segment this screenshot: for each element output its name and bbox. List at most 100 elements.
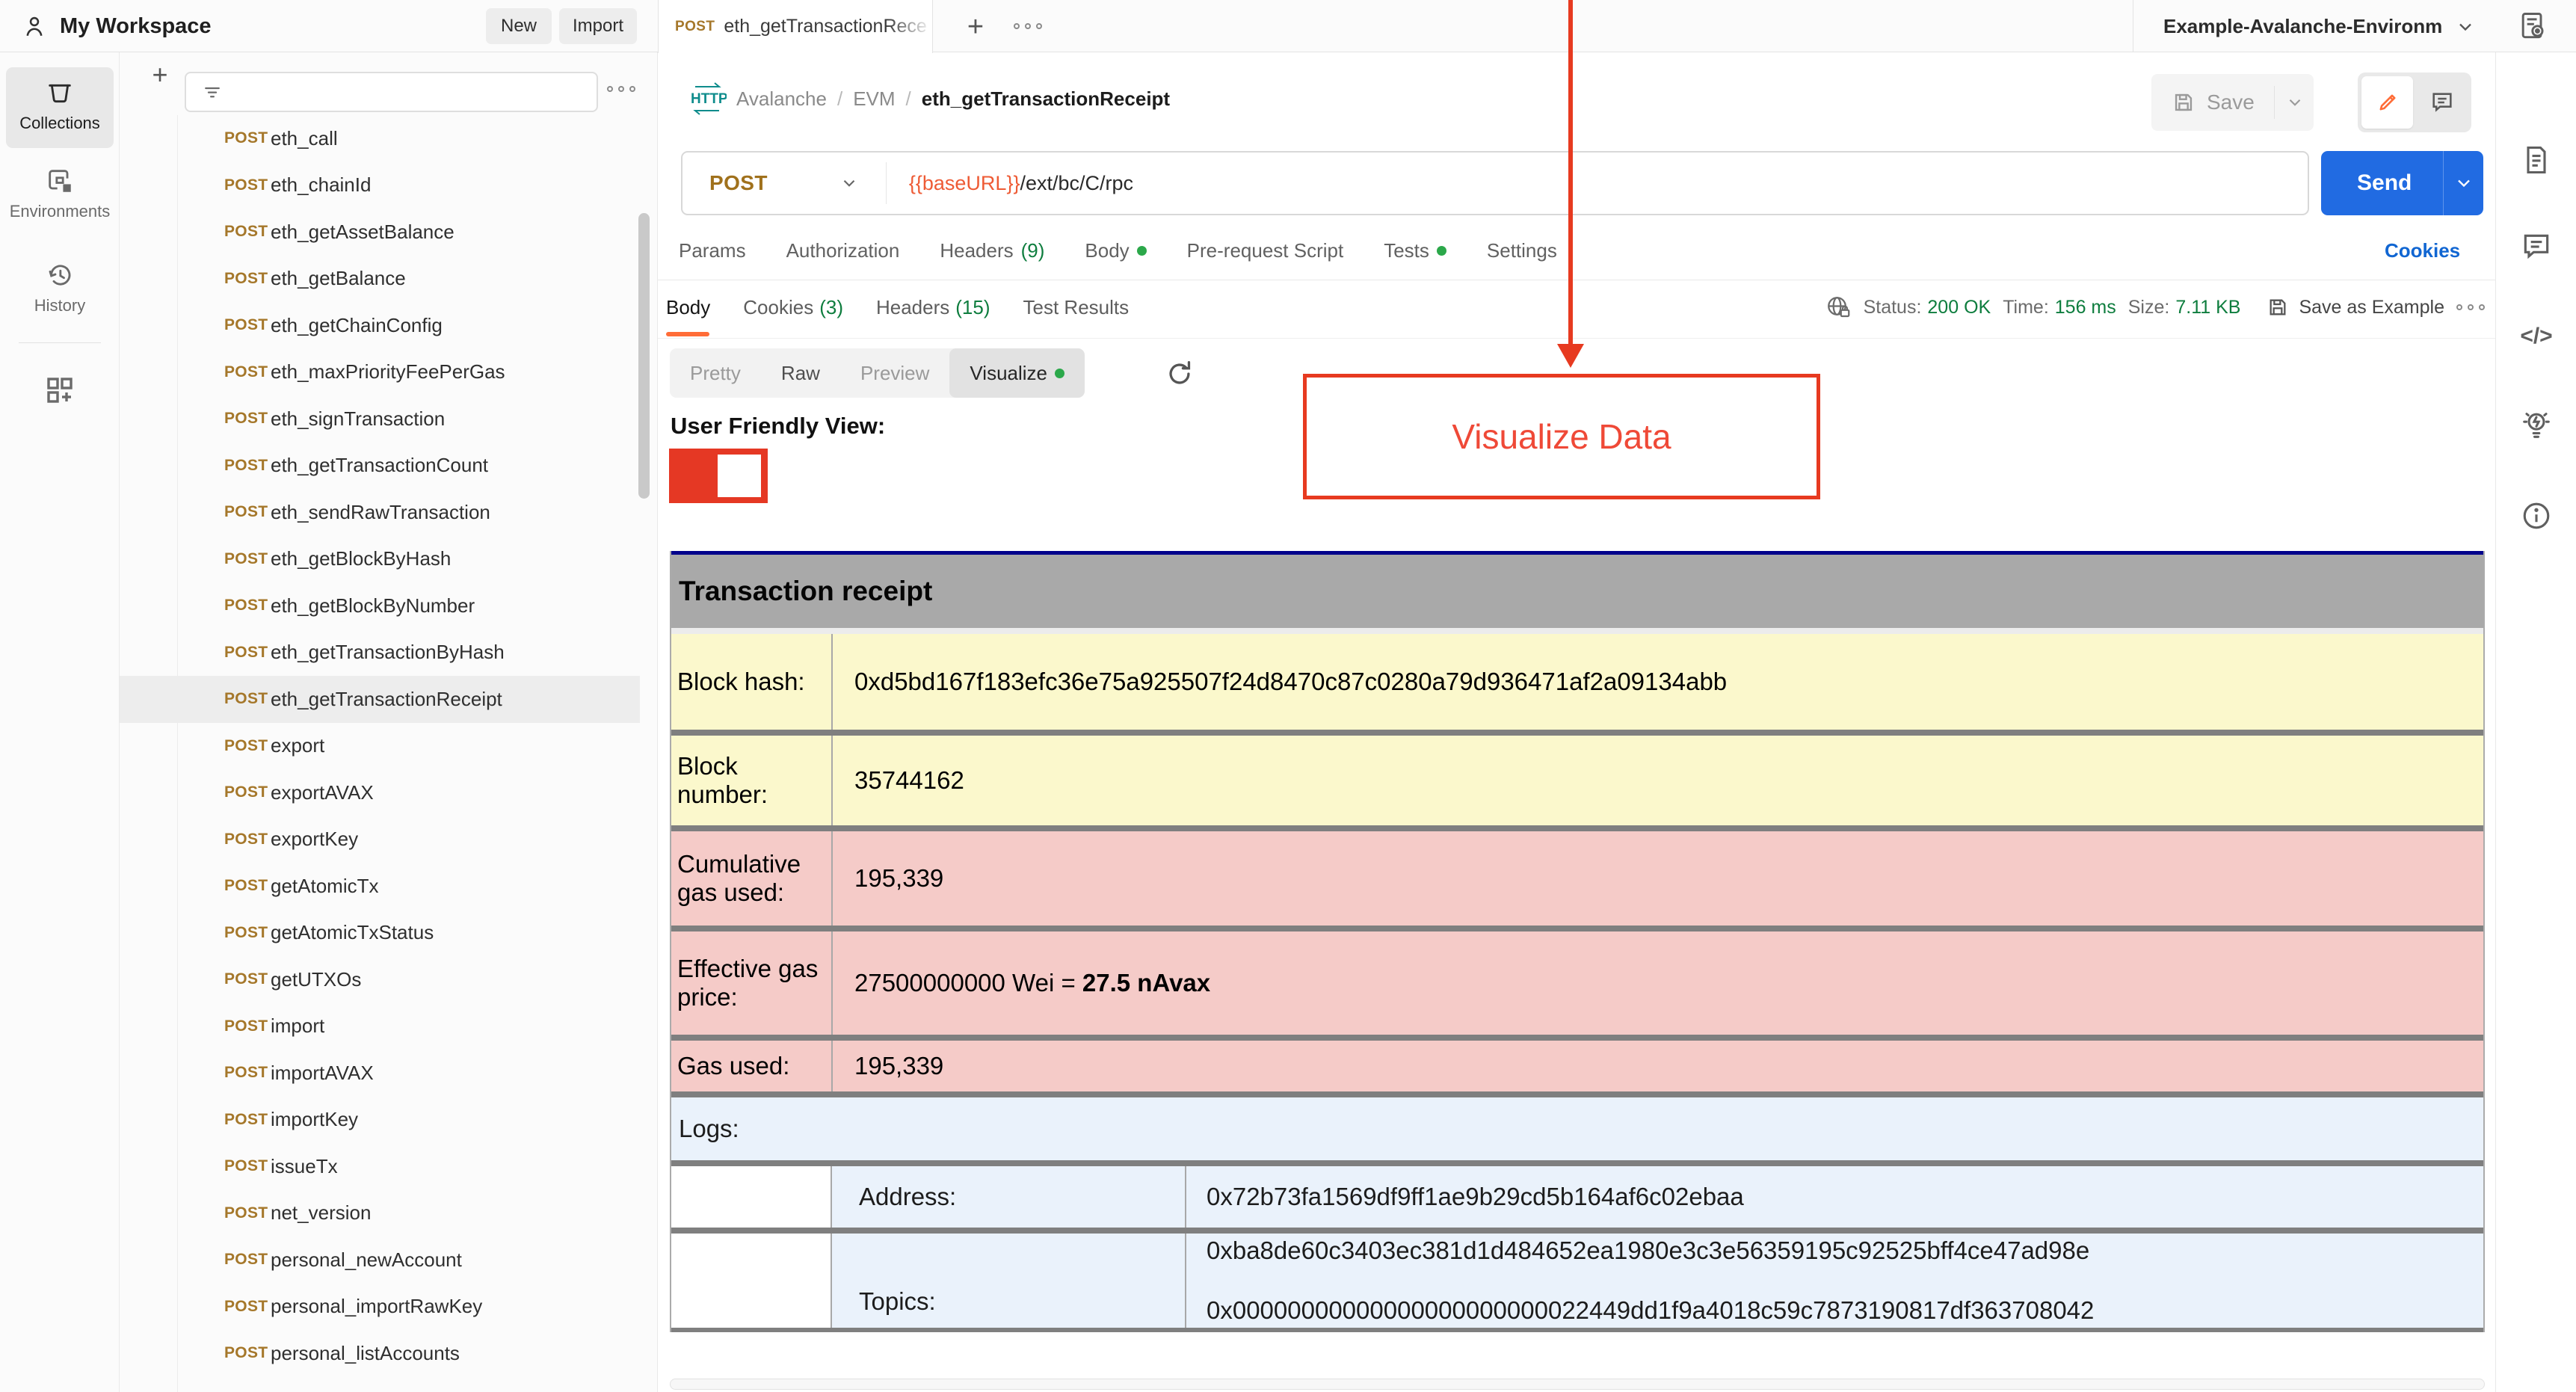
sidebar-request-item[interactable]: POST personal_newAccount (120, 1237, 640, 1284)
add-collection-button[interactable]: + (144, 58, 176, 91)
view-tab[interactable]: Raw (761, 348, 840, 398)
request-name: importKey (271, 1108, 359, 1131)
sidebar-item-environments[interactable]: Environments (0, 166, 120, 221)
request-tab[interactable]: Headers (9) (940, 239, 1044, 262)
send-options-chevron-icon[interactable] (2453, 173, 2474, 194)
method-select[interactable]: POST (709, 171, 768, 195)
sidebar-request-item[interactable]: POST importAVAX (120, 1050, 640, 1097)
sidebar-request-item[interactable]: POST exportKey (120, 816, 640, 863)
sidebar-request-item[interactable]: POST eth_chainId (120, 162, 640, 209)
breadcrumb-collection[interactable]: Avalanche (736, 87, 827, 111)
sidebar-request-item[interactable]: POST net_version (120, 1190, 640, 1237)
comments-icon[interactable] (2518, 229, 2554, 265)
request-tab[interactable]: Tests (1384, 239, 1446, 262)
request-tab[interactable]: Params (679, 239, 746, 262)
filter-input[interactable] (234, 81, 578, 102)
environment-selector[interactable]: Example-Avalanche-Environme (2163, 0, 2441, 52)
method-badge: POST (224, 363, 268, 381)
code-icon[interactable]: </> (2518, 318, 2554, 354)
response-more-icon[interactable] (2456, 304, 2485, 310)
sidebar-request-item[interactable]: POST eth_getTransactionReceipt (120, 676, 640, 723)
info-icon[interactable] (2518, 498, 2554, 534)
sidebar-request-item[interactable]: POST getAtomicTx (120, 863, 640, 910)
sidebar-request-item[interactable]: POST eth_call (120, 115, 640, 162)
sidebar-request-item[interactable]: POST eth_getBlockByNumber (120, 582, 640, 629)
method-badge: POST (224, 970, 268, 988)
method-badge: POST (224, 643, 268, 661)
environment-quick-look-icon[interactable] (2516, 10, 2549, 43)
sidebar-request-item[interactable]: POST getAtomicTxStatus (120, 910, 640, 957)
sidebar-request-item[interactable]: POST eth_maxPriorityFeePerGas (120, 349, 640, 396)
request-tab-open[interactable]: POST eth_getTransactionRece (658, 0, 933, 53)
network-icon[interactable] (1825, 294, 1852, 321)
response-view-switcher: Pretty Raw Preview Visualize (670, 348, 1085, 398)
sidebar-request-item[interactable]: POST import (120, 1003, 640, 1050)
save-options-chevron-icon[interactable] (2285, 93, 2305, 112)
import-button[interactable]: Import (559, 8, 637, 44)
tab-title-fade (887, 0, 932, 52)
sidebar-request-item[interactable]: POST exportAVAX (120, 769, 640, 816)
request-name: importAVAX (271, 1061, 374, 1084)
save-button[interactable]: Save (2151, 74, 2314, 131)
request-tab[interactable]: Pre-request Script (1187, 239, 1344, 262)
sidebar-request-item[interactable]: POST personal_unlockAccount (120, 1377, 640, 1392)
sidebar-request-item[interactable]: POST eth_getChainConfig (120, 302, 640, 349)
view-tab[interactable]: Preview (840, 348, 949, 398)
sidebar-request-item[interactable]: POST eth_getBalance (120, 256, 640, 303)
response-tab[interactable]: Body (666, 296, 710, 319)
new-button[interactable]: New (486, 8, 552, 44)
method-badge: POST (224, 1204, 268, 1222)
sidebar-request-item[interactable]: POST export (120, 723, 640, 770)
sidebar-request-item[interactable]: POST eth_sendRawTransaction (120, 489, 640, 536)
method-chevron-icon[interactable] (839, 173, 859, 193)
postbot-bulb-icon[interactable] (2518, 407, 2554, 443)
refresh-icon[interactable] (1163, 357, 1196, 390)
request-tab-label: Authorization (786, 238, 900, 262)
comment-mode-button[interactable] (2416, 76, 2468, 129)
breadcrumb-folder[interactable]: EVM (853, 87, 895, 111)
sidebar-item-collections[interactable]: Collections (6, 67, 114, 148)
documentation-icon[interactable] (2518, 142, 2554, 178)
broken-image-checkbox[interactable] (669, 449, 768, 503)
cookies-link[interactable]: Cookies (2385, 230, 2460, 271)
horizontal-scrollbar[interactable] (670, 1379, 2485, 1390)
sidebar-more-icon[interactable] (607, 86, 635, 92)
tab-more-icon[interactable] (1014, 23, 1042, 29)
request-name: getAtomicTx (271, 874, 379, 897)
sidebar-request-item[interactable]: POST importKey (120, 1097, 640, 1144)
sidebar-request-item[interactable]: POST getUTXOs (120, 956, 640, 1003)
method-badge: POST (224, 877, 268, 895)
edit-mode-button[interactable] (2361, 76, 2413, 129)
new-tab-button[interactable]: + (960, 11, 991, 43)
sidebar-request-item[interactable]: POST eth_getTransactionByHash (120, 629, 640, 677)
request-tab[interactable]: Body (1085, 239, 1147, 262)
view-tab[interactable]: Visualize (949, 348, 1085, 398)
sidebar-request-item[interactable]: POST personal_importRawKey (120, 1284, 640, 1331)
sidebar-request-item[interactable]: POST personal_listAccounts (120, 1330, 640, 1377)
filter-box[interactable] (185, 72, 598, 112)
request-name: eth_getAssetBalance (271, 220, 455, 243)
sidebar-request-item[interactable]: POST eth_getAssetBalance (120, 209, 640, 256)
configure-blocks-icon[interactable] (42, 372, 78, 408)
response-tab[interactable]: Test Results (1023, 296, 1130, 319)
sidebar-request-item[interactable]: POST eth_getBlockByHash (120, 536, 640, 583)
sidebar-scrollbar[interactable] (638, 213, 650, 499)
save-as-example-button[interactable]: Save as Example (2266, 295, 2444, 319)
sidebar-request-item[interactable]: POST eth_getTransactionCount (120, 443, 640, 490)
send-button[interactable]: Send (2321, 151, 2483, 215)
response-tab[interactable]: Cookies (3) (743, 296, 843, 319)
chevron-down-icon[interactable] (2455, 16, 2476, 37)
request-tab[interactable]: Settings (1487, 239, 1557, 262)
request-tab[interactable]: Authorization (786, 239, 900, 262)
size-value: 7.11 KB (2175, 296, 2241, 318)
view-tab[interactable]: Pretty (670, 348, 761, 398)
request-name: getUTXOs (271, 967, 362, 991)
url-input[interactable]: {{baseURL}}/ext/bc/C/rpc (909, 172, 1133, 195)
environments-icon (49, 170, 71, 192)
response-tab[interactable]: Headers (15) (876, 296, 990, 319)
sidebar-request-item[interactable]: POST eth_signTransaction (120, 395, 640, 443)
request-tabs: Params Authorization Headers (9) Body Pr… (679, 230, 1557, 271)
sidebar-request-item[interactable]: POST issueTx (120, 1143, 640, 1190)
method-badge: POST (224, 129, 268, 147)
sidebar-item-history[interactable]: History (0, 260, 120, 315)
